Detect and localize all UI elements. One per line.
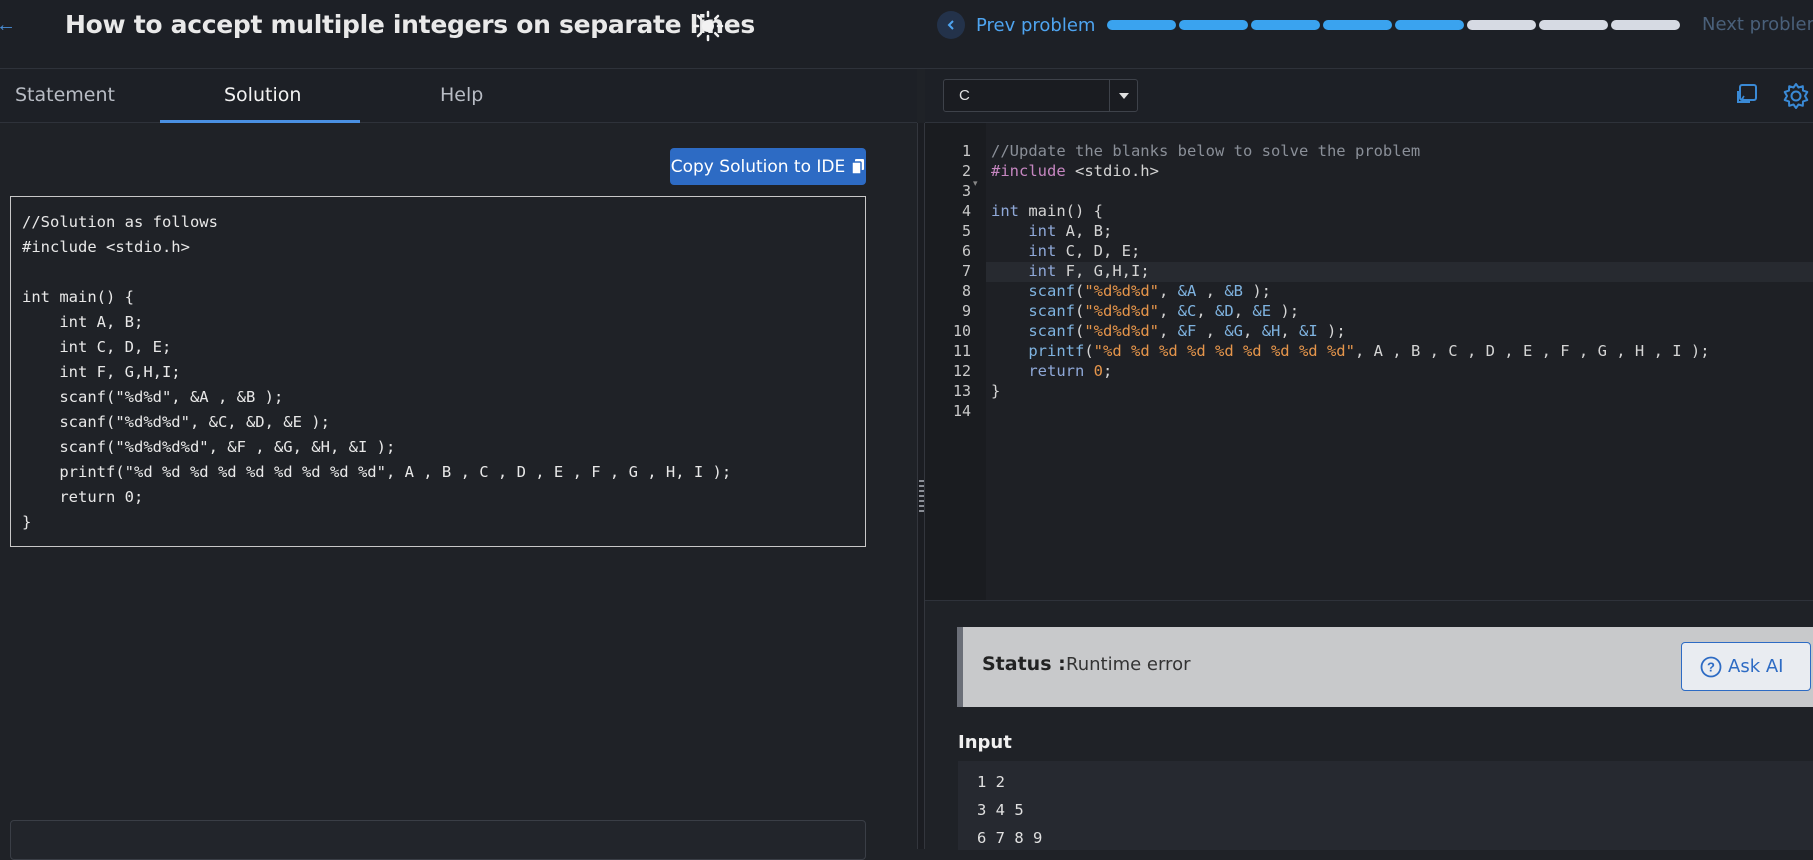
- chevron-left-icon: [937, 11, 965, 39]
- progress-segment: [1251, 20, 1320, 30]
- progress-segment: [1611, 20, 1680, 30]
- svg-text:?: ?: [1707, 659, 1715, 674]
- prev-problem-label: Prev problem: [976, 14, 1096, 36]
- drag-handle-icon[interactable]: [918, 480, 924, 520]
- line-number: 6: [961, 242, 971, 260]
- line-number: 14: [952, 402, 971, 420]
- line-number: 1: [961, 142, 971, 160]
- input-line: 3 4 5: [977, 801, 1024, 819]
- code-line[interactable]: int F, G,H,I;: [991, 262, 1149, 280]
- next-problem-button[interactable]: Next problem: [1702, 14, 1813, 35]
- caret-down-icon: [1109, 80, 1137, 111]
- theme-toggle-sun-icon[interactable]: [692, 10, 724, 42]
- back-arrow-icon[interactable]: ←: [0, 14, 16, 37]
- input-heading: Input: [958, 732, 1012, 753]
- status-label: Status :: [982, 653, 1066, 675]
- help-circle-icon: ?: [1700, 656, 1722, 677]
- line-number: 7: [961, 262, 971, 280]
- language-select[interactable]: C: [943, 79, 1138, 112]
- solution-code-box: //Solution as follows #include <stdio.h>…: [10, 196, 866, 547]
- code-line[interactable]: scanf("%d%d%d", &C, &D, &E );: [991, 302, 1299, 320]
- ask-ai-button[interactable]: ? Ask AI: [1681, 642, 1811, 691]
- progress-segment: [1395, 20, 1464, 30]
- code-line[interactable]: int C, D, E;: [991, 242, 1140, 260]
- line-number: 8: [961, 282, 971, 300]
- line-number: 9: [961, 302, 971, 320]
- editor-toolbar: C: [925, 69, 1813, 123]
- line-number: 2: [961, 162, 971, 180]
- copy-icon: [851, 159, 865, 175]
- line-number: 11: [952, 342, 971, 360]
- fold-arrow-icon[interactable]: ▾: [973, 178, 978, 189]
- solution-code: //Solution as follows #include <stdio.h>…: [22, 213, 732, 531]
- progress-segment: [1467, 20, 1536, 30]
- code-line[interactable]: scanf("%d%d%d", &F , &G, &H, &I );: [991, 322, 1345, 340]
- input-line: 1 2: [977, 773, 1005, 791]
- code-line[interactable]: //Update the blanks below to solve the p…: [991, 142, 1420, 160]
- code-line[interactable]: int main() {: [991, 202, 1103, 220]
- line-number: 4: [961, 202, 971, 220]
- code-editor[interactable]: ▾ 1 2 3 4 5 6 7 8 9 10 11 12 13 14 //Update the blank…: [925, 123, 1813, 600]
- tab-solution[interactable]: Solution: [224, 84, 301, 106]
- code-line[interactable]: int A, B;: [991, 222, 1112, 240]
- settings-gear-icon[interactable]: [1782, 82, 1810, 110]
- reset-code-icon[interactable]: [1735, 82, 1763, 110]
- tab-help[interactable]: Help: [440, 84, 483, 106]
- status-bar: Status : Runtime error ? Ask AI: [957, 627, 1813, 707]
- line-number: 10: [952, 322, 971, 340]
- code-line[interactable]: scanf("%d%d%d", &A , &B );: [991, 282, 1271, 300]
- code-line[interactable]: #include <stdio.h>: [991, 162, 1159, 180]
- progress-segment: [1107, 20, 1176, 30]
- input-box: 1 2 3 4 5 6 7 8 9: [958, 761, 1813, 850]
- progress-segment: [1539, 20, 1608, 30]
- line-number: 5: [961, 222, 971, 240]
- line-number: 12: [952, 362, 971, 380]
- copy-solution-button[interactable]: Copy Solution to IDE: [670, 148, 866, 185]
- solution-pane: Copy Solution to IDE //Solution as follo…: [0, 123, 917, 860]
- language-value: C: [959, 87, 970, 104]
- line-number: 13: [952, 382, 971, 400]
- tab-statement[interactable]: Statement: [15, 84, 115, 106]
- result-panel: Status : Runtime error ? Ask AI Input 1 …: [925, 600, 1813, 850]
- tab-bar: Statement Solution Help: [0, 69, 917, 123]
- bottom-card: [10, 820, 866, 860]
- status-value: Runtime error: [1066, 654, 1191, 675]
- prev-problem-button[interactable]: Prev problem: [937, 11, 1095, 39]
- input-line: 6 7 8 9: [977, 829, 1043, 847]
- ask-ai-label: Ask AI: [1728, 656, 1784, 677]
- code-line[interactable]: }: [991, 382, 1000, 400]
- progress-segment: [1179, 20, 1248, 30]
- copy-solution-label: Copy Solution to IDE: [670, 156, 846, 177]
- code-line[interactable]: printf("%d %d %d %d %d %d %d %d %d", A ,…: [991, 342, 1709, 360]
- top-bar: ← How to accept multiple integers on sep…: [0, 0, 1813, 69]
- code-line[interactable]: return 0;: [991, 362, 1112, 380]
- problem-progress: [1107, 20, 1680, 30]
- line-number: 3: [961, 182, 971, 200]
- progress-segment: [1323, 20, 1392, 30]
- page-title: How to accept multiple integers on separ…: [65, 10, 756, 39]
